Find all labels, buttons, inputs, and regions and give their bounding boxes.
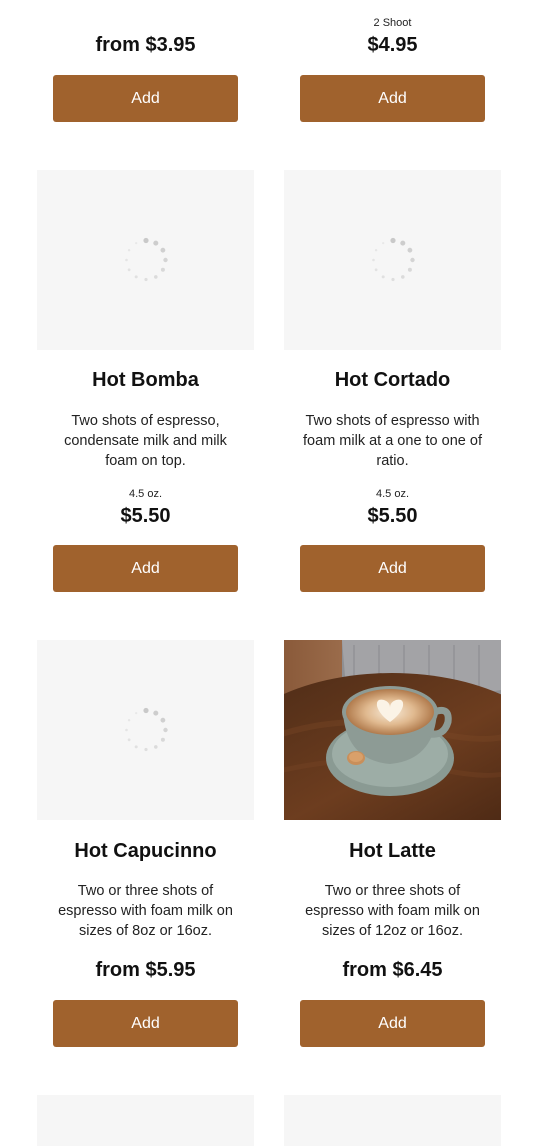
product-price: $5.50 xyxy=(120,505,171,527)
product-size: 4.5 oz. xyxy=(375,488,410,500)
add-button[interactable]: Add xyxy=(53,545,238,592)
product-image-placeholder[interactable] xyxy=(284,1095,501,1146)
product-price: $4.95 xyxy=(367,34,418,56)
product-image-placeholder[interactable] xyxy=(37,170,254,350)
product-image-placeholder[interactable] xyxy=(284,170,501,350)
loading-spinner-icon xyxy=(123,237,169,283)
product-size: 4.5 oz. xyxy=(128,488,163,500)
latte-photo-illustration xyxy=(284,640,501,820)
product-title: Hot Latte xyxy=(349,840,436,862)
product-description: Two or three shots of espresso with foam… xyxy=(305,883,480,939)
product-image-placeholder[interactable] xyxy=(37,640,254,820)
product-price: from $6.45 xyxy=(342,959,443,981)
product-title: Hot Bomba xyxy=(92,369,199,391)
product-size: 2 Shoot xyxy=(373,17,412,29)
product-description: Two shots of espresso, condensate milk a… xyxy=(64,413,227,469)
add-button[interactable]: Add xyxy=(300,1000,485,1047)
loading-spinner-icon xyxy=(370,237,416,283)
product-price: from $3.95 xyxy=(95,34,196,56)
product-price: $5.50 xyxy=(367,505,418,527)
product-title: Hot Capucinno xyxy=(74,840,217,862)
add-button[interactable]: Add xyxy=(53,75,238,122)
latte-photo[interactable] xyxy=(284,640,501,820)
add-button[interactable]: Add xyxy=(300,545,485,592)
product-description: Two or three shots of espresso with foam… xyxy=(58,883,233,939)
loading-spinner-icon xyxy=(123,707,169,753)
product-price: from $5.95 xyxy=(95,959,196,981)
add-button[interactable]: Add xyxy=(300,75,485,122)
product-description: Two shots of espresso with foam milk at … xyxy=(303,413,482,469)
product-image-placeholder[interactable] xyxy=(37,1095,254,1146)
product-title: Hot Cortado xyxy=(334,369,451,391)
add-button[interactable]: Add xyxy=(53,1000,238,1047)
